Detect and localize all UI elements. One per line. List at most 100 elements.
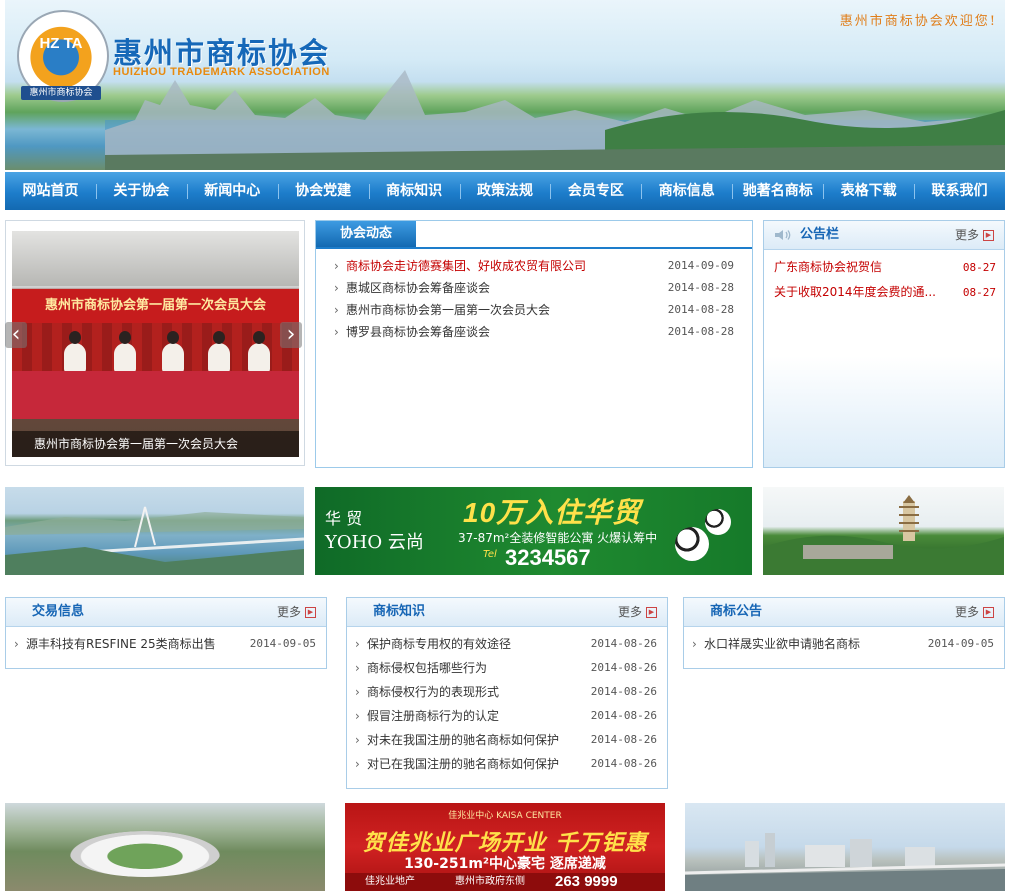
list-item[interactable]: 博罗县商标协会筹备座谈会 2014-08-28 (334, 321, 734, 343)
list-item[interactable]: 假冒注册商标行为的认定 2014-08-26 (355, 704, 657, 728)
ad-footer: 佳兆业地产 惠州市政府东侧 263 9999 (345, 873, 665, 891)
announce-more-link[interactable]: 更多 ▶ (955, 598, 994, 626)
news-date: 2014-08-28 (667, 325, 734, 338)
huamao-advert[interactable]: 华 贸 YOHO 云尚 10万入住华贸 37-87m²全装修智能公寓 火爆认筹中… (315, 487, 752, 575)
list-item[interactable]: 保护商标专用权的有效途径 2014-08-26 (355, 632, 657, 656)
more-arrow-icon[interactable]: ▶ (983, 607, 994, 618)
notice-item-title[interactable]: 广东商标协会祝贺信 (774, 255, 939, 280)
nav-knowledge[interactable]: 商标知识 (368, 172, 460, 210)
welcome-text: 惠州市商标协会欢迎您! (839, 14, 997, 29)
trade-item-title[interactable]: 源丰科技有RESFINE 25类商标出售 (26, 637, 216, 651)
ad-footer-brand: 佳兆业地产 (365, 876, 415, 887)
ad-phone: 3234567 (505, 545, 591, 570)
news-title[interactable]: 惠城区商标协会筹备座谈会 (346, 281, 490, 295)
kaisa-advert[interactable]: 佳兆业中心 KAISA CENTER 贺佳兆业广场开业 千万钜惠 130-251… (345, 803, 665, 891)
ad-brand-secondary: YOHO 云尚 (325, 532, 424, 553)
trademark-announcement-panel: 商标公告 更多 ▶ 水口祥晟实业欲申请驰名商标 2014-09-05 (683, 597, 1005, 669)
list-item[interactable]: 水口祥晟实业欲申请驰名商标 2014-09-05 (692, 632, 994, 656)
announce-list: 水口祥晟实业欲申请驰名商标 2014-09-05 (692, 632, 994, 656)
list-item[interactable]: 对未在我国注册的驰名商标如何保护 2014-08-26 (355, 728, 657, 752)
knowledge-item-date: 2014-08-26 (590, 637, 657, 650)
nav-downloads[interactable]: 表格下载 (823, 172, 914, 210)
news-title[interactable]: 惠州市商标协会第一届第一次会员大会 (346, 303, 550, 317)
tab-association-news[interactable]: 协会动态 (316, 221, 416, 247)
more-label[interactable]: 更多 (955, 228, 979, 242)
meeting-banner: 惠州市商标协会第一届第一次会员大会 (12, 289, 299, 323)
slide-image[interactable]: 惠州市商标协会第一届第一次会员大会 (12, 231, 299, 457)
site-name-english: HUIZHOU TRADEMARK ASSOCIATION (113, 66, 330, 78)
knowledge-item-date: 2014-08-26 (590, 757, 657, 770)
notice-header: 公告栏 更多 ▶ (764, 221, 1004, 250)
list-item[interactable]: 商标协会走访德赛集团、好收成农贸有限公司 2014-09-09 (334, 255, 734, 277)
list-item[interactable]: 源丰科技有RESFINE 25类商标出售 2014-09-05 (14, 632, 316, 656)
stadium-shape (70, 831, 220, 877)
notice-more-link[interactable]: 更多 ▶ (955, 221, 994, 249)
stadium-photo[interactable] (5, 803, 325, 891)
bridge-illustration (5, 506, 304, 575)
knowledge-item-title[interactable]: 商标侵权包括哪些行为 (367, 661, 487, 675)
ad-headline: 10万入住华贸 (463, 497, 642, 528)
news-title[interactable]: 博罗县商标协会筹备座谈会 (346, 325, 490, 339)
news-list: 商标协会走访德赛集团、好收成农贸有限公司 2014-09-09 惠城区商标协会筹备… (334, 255, 734, 343)
pagoda-photo[interactable] (763, 487, 1004, 575)
announce-header: 商标公告 更多 ▶ (684, 598, 1004, 627)
trade-list: 源丰科技有RESFINE 25类商标出售 2014-09-05 (14, 632, 316, 656)
knowledge-item-date: 2014-08-26 (590, 661, 657, 674)
attendee (208, 331, 230, 373)
announce-title: 商标公告 (710, 604, 763, 619)
knowledge-item-title[interactable]: 对已在我国注册的驰名商标如何保护 (367, 757, 559, 771)
more-label[interactable]: 更多 (955, 605, 979, 619)
knowledge-item-date: 2014-08-26 (590, 709, 657, 722)
nav-party[interactable]: 协会党建 (277, 172, 369, 210)
nav-famous-trademarks[interactable]: 驰著名商标 (732, 172, 823, 210)
ad-footer-phone: 263 9999 (555, 873, 618, 890)
knowledge-item-title[interactable]: 商标侵权行为的表现形式 (367, 685, 499, 699)
header-banner: HZ TA 惠州市商标协会 惠州市商标协会 HUIZHOU TRADEMARK … (5, 0, 1005, 170)
list-item[interactable]: 惠州市商标协会第一届第一次会员大会 2014-08-28 (334, 299, 734, 321)
list-item[interactable]: 商标侵权包括哪些行为 2014-08-26 (355, 656, 657, 680)
nav-home[interactable]: 网站首页 (5, 172, 96, 210)
list-item[interactable]: 关于收取2014年度会费的通... 08-27 (774, 280, 996, 305)
more-label[interactable]: 更多 (277, 605, 301, 619)
nav-news[interactable]: 新闻中心 (186, 172, 278, 210)
notice-item-date: 08-27 (962, 261, 996, 274)
list-item[interactable]: 惠城区商标协会筹备座谈会 2014-08-28 (334, 277, 734, 299)
more-arrow-icon[interactable]: ▶ (983, 230, 994, 241)
city-bridge-photo[interactable] (685, 803, 1005, 891)
trade-title: 交易信息 (32, 604, 85, 619)
list-item[interactable]: 对已在我国注册的驰名商标如何保护 2014-08-26 (355, 752, 657, 776)
list-item[interactable]: 商标侵权行为的表现形式 2014-08-26 (355, 680, 657, 704)
more-label[interactable]: 更多 (618, 605, 642, 619)
more-arrow-icon[interactable]: ▶ (305, 607, 316, 618)
news-tabbar: 协会动态 (316, 221, 752, 249)
nav-trademark-info[interactable]: 商标信息 (641, 172, 732, 210)
notice-title: 公告栏 (800, 227, 840, 242)
knowledge-list: 保护商标专用权的有效途径 2014-08-26 商标侵权包括哪些行为 2014-08… (355, 632, 657, 776)
notice-list: 广东商标协会祝贺信 08-27 关于收取2014年度会费的通... 08-27 (774, 255, 996, 305)
knowledge-item-title[interactable]: 保护商标专用权的有效途径 (367, 637, 511, 651)
knowledge-item-title[interactable]: 假冒注册商标行为的认定 (367, 709, 499, 723)
notice-item-title[interactable]: 关于收取2014年度会费的通... (774, 280, 939, 305)
nav-contact[interactable]: 联系我们 (914, 172, 1005, 210)
knowledge-item-title[interactable]: 对未在我国注册的驰名商标如何保护 (367, 733, 559, 747)
knowledge-more-link[interactable]: 更多 ▶ (618, 598, 657, 626)
news-title[interactable]: 商标协会走访德赛集团、好收成农贸有限公司 (346, 259, 586, 273)
announce-item-title[interactable]: 水口祥晟实业欲申请驰名商标 (704, 637, 860, 651)
more-arrow-icon[interactable]: ▶ (646, 607, 657, 618)
nav-members[interactable]: 会员专区 (550, 172, 641, 210)
next-arrow-icon[interactable]: › (280, 322, 302, 348)
prev-arrow-icon[interactable]: ‹ (5, 322, 27, 348)
football-icon (675, 527, 709, 561)
slide-caption[interactable]: 惠州市商标协会第一届第一次会员大会 (12, 431, 299, 457)
ad-top-line: 佳兆业中心 KAISA CENTER (448, 811, 562, 821)
bridge-photo[interactable] (5, 487, 304, 575)
trade-more-link[interactable]: 更多 ▶ (277, 598, 316, 626)
attendee (248, 331, 270, 373)
nav-about[interactable]: 关于协会 (95, 172, 187, 210)
knowledge-header: 商标知识 更多 ▶ (347, 598, 667, 627)
speaker-icon (775, 230, 791, 240)
news-date: 2014-08-28 (667, 303, 734, 316)
list-item[interactable]: 广东商标协会祝贺信 08-27 (774, 255, 996, 280)
attendee (114, 331, 136, 373)
nav-policy[interactable]: 政策法规 (459, 172, 551, 210)
